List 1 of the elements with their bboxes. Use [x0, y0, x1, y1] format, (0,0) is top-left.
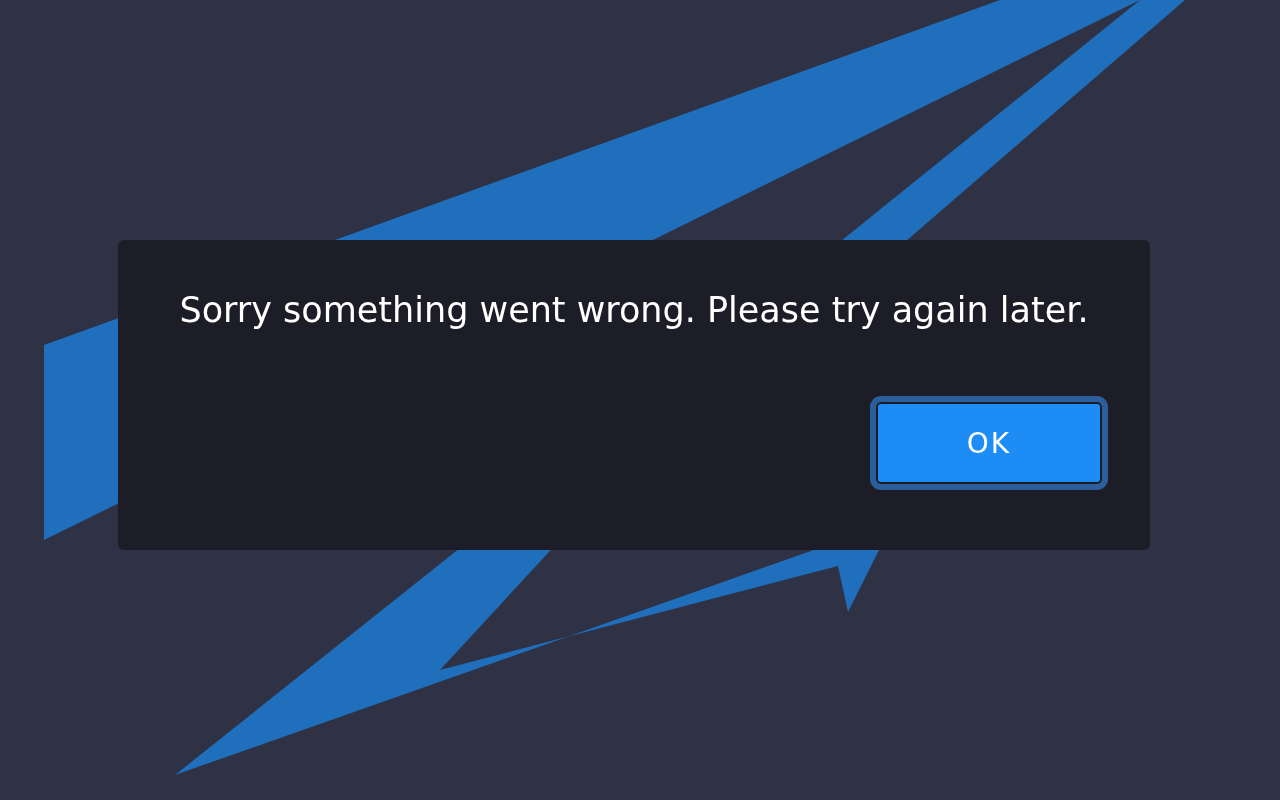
error-message: Sorry something went wrong. Please try again later.: [178, 290, 1090, 330]
